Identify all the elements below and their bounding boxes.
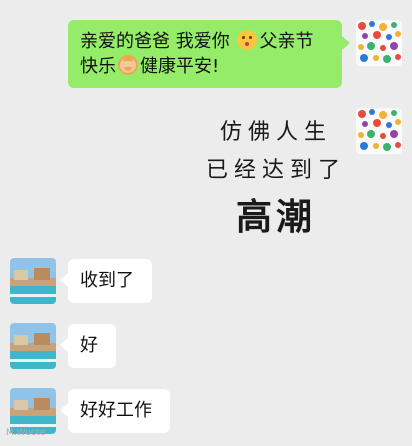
message-text: 好好工作 [80,400,152,421]
message-bubble-outgoing[interactable]: 亲爱的爸爸 我爱你 父亲节 快乐 健康平安! [68,20,342,88]
message-text: 快乐 [80,56,116,77]
bubble-tail [342,36,350,50]
bubble-tail [60,338,68,352]
kissing-face-icon [237,30,258,50]
message-text: 好 [80,335,98,356]
contact-avatar[interactable] [10,258,56,304]
bubble-tail [60,403,68,417]
message-bubble-incoming[interactable]: 好好工作 [68,389,170,433]
message-bubble-incoming[interactable]: 好 [68,324,116,368]
message-text: 健康平安! [140,56,220,77]
man-face-icon [118,55,138,75]
message-text: 父亲节 [259,31,314,52]
message-text: 亲爱的爸爸 我爱你 [80,31,236,52]
message-bubble-incoming[interactable]: 收到了 [68,259,152,303]
bubble-tail [60,273,68,287]
watermark: M.Wuote [6,428,46,438]
contact-avatar[interactable] [10,323,56,369]
sticker-message[interactable]: 仿佛人生 已经达到了 高潮 [196,108,356,238]
sticker-text-line: 高潮 [235,196,316,238]
message-text: 收到了 [80,270,134,291]
my-avatar[interactable] [356,108,402,154]
my-avatar[interactable] [356,20,402,66]
sticker-text-line: 仿佛人生 [219,120,332,145]
sticker-text-line: 已经达到了 [205,158,346,183]
